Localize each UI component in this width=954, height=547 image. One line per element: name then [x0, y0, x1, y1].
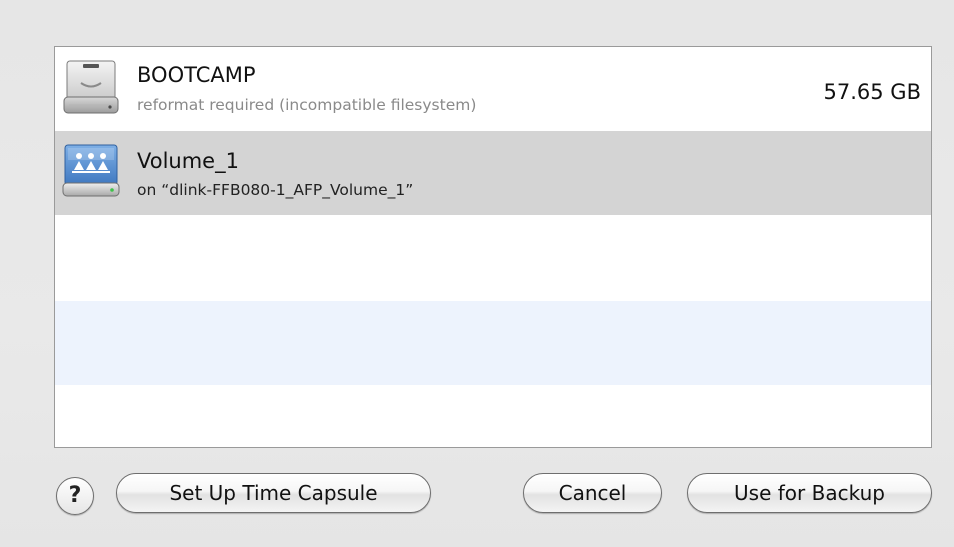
list-item-bootcamp[interactable]: BOOTCAMP reformat required (incompatible…	[55, 47, 931, 131]
empty-list-row	[55, 215, 931, 301]
empty-list-row	[55, 301, 931, 385]
volume-status: reformat required (incompatible filesyst…	[137, 96, 477, 114]
network-volume-icon	[61, 139, 121, 201]
backup-disk-list[interactable]: BOOTCAMP reformat required (incompatible…	[54, 46, 932, 448]
backup-disk-sheet: BOOTCAMP reformat required (incompatible…	[0, 0, 954, 547]
volume-name: Volume_1	[137, 149, 239, 173]
use-for-backup-button[interactable]: Use for Backup	[687, 473, 932, 513]
volume-size: 57.65 GB	[823, 80, 921, 104]
volume-location: on “dlink-FFB080-1_AFP_Volume_1”	[137, 181, 414, 199]
set-up-time-capsule-button[interactable]: Set Up Time Capsule	[116, 473, 431, 513]
help-button[interactable]: ?	[56, 477, 94, 515]
hard-drive-icon	[61, 57, 121, 119]
volume-name: BOOTCAMP	[137, 63, 256, 87]
cancel-button[interactable]: Cancel	[523, 473, 662, 513]
list-item-volume-1[interactable]: Volume_1 on “dlink-FFB080-1_AFP_Volume_1…	[55, 131, 931, 215]
empty-list-row	[55, 385, 931, 447]
